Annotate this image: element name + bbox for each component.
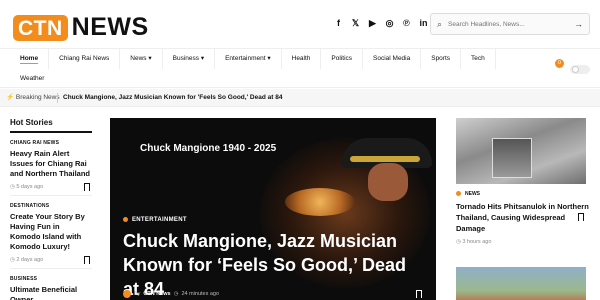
hero-author[interactable]: CTN News bbox=[143, 291, 170, 297]
inset-image bbox=[492, 138, 532, 178]
youtube-icon[interactable]: ▶ bbox=[367, 18, 378, 29]
bookmark-icon[interactable] bbox=[84, 183, 90, 191]
trumpet-shape bbox=[285, 188, 355, 216]
chevron-down-icon: ▾ bbox=[200, 55, 205, 62]
sun-icon bbox=[572, 66, 579, 73]
bookmark-icon[interactable] bbox=[84, 256, 90, 264]
nav-item-politics[interactable]: Politics bbox=[321, 49, 364, 69]
bookmark-icon[interactable] bbox=[578, 213, 584, 221]
tornado-image[interactable] bbox=[456, 118, 586, 184]
nav-item-social-media[interactable]: Social Media bbox=[363, 49, 422, 69]
nav-item-weather[interactable]: Weather bbox=[10, 69, 54, 89]
side-time: ◷ 3 hours ago bbox=[456, 239, 492, 245]
breaking-headline[interactable]: Chuck Mangione, Jazz Musician Known for … bbox=[63, 89, 282, 107]
story-title[interactable]: Ultimate Beneficial Owner bbox=[10, 285, 92, 300]
bookmark-icon[interactable] bbox=[416, 290, 422, 298]
hot-stories: Hot Stories CHIANG RAI NEWS Heavy Rain A… bbox=[10, 118, 92, 300]
search-icon: ⌕ bbox=[437, 18, 443, 29]
chevron-down-icon: ▾ bbox=[148, 55, 152, 62]
search-input[interactable] bbox=[448, 20, 569, 28]
clock-icon: ◷ bbox=[173, 291, 179, 297]
logo-box: CTN bbox=[13, 14, 68, 41]
nav-item-entertainment-label: Entertainment bbox=[225, 55, 266, 62]
main-nav: Home Chiang Rai News News ▾ Business ▾ E… bbox=[0, 48, 600, 88]
nav-item-home[interactable]: Home bbox=[10, 49, 50, 69]
nav-item-business[interactable]: Business ▾ bbox=[163, 49, 216, 69]
featured-article[interactable]: Chuck Mangione 1940 - 2025 ENTERTAINMENT… bbox=[110, 118, 436, 300]
site-logo[interactable]: CTN NEWS bbox=[13, 13, 149, 42]
search-submit-icon[interactable]: → bbox=[574, 19, 583, 29]
story-category[interactable]: CHIANG RAI NEWS bbox=[10, 140, 92, 146]
list-item[interactable]: DESTINATIONS Create Your Story By Having… bbox=[10, 196, 92, 269]
logo-text: NEWS bbox=[71, 13, 149, 41]
side-title[interactable]: Tornado Hits Phitsanulok in Northern Tha… bbox=[456, 201, 590, 234]
nav-item-chiang-rai-news[interactable]: Chiang Rai News bbox=[49, 49, 121, 69]
nav-item-tech[interactable]: Tech bbox=[461, 49, 496, 69]
nav-item-sports[interactable]: Sports bbox=[421, 49, 462, 69]
nav-item-health[interactable]: Health bbox=[282, 49, 322, 69]
instagram-icon[interactable]: ◎ bbox=[384, 18, 395, 29]
hero-image-caption: Chuck Mangione 1940 - 2025 bbox=[140, 143, 277, 154]
side-category[interactable]: NEWS bbox=[456, 191, 590, 197]
breaking-label: ⚡ Breaking News bbox=[6, 89, 60, 107]
x-icon[interactable]: 𝕏 bbox=[350, 18, 361, 29]
face-shape bbox=[368, 163, 408, 201]
notification-badge[interactable]: 0 bbox=[555, 59, 564, 68]
story-title[interactable]: Create Your Story By Having Fun in Komod… bbox=[10, 212, 92, 252]
divider bbox=[57, 93, 58, 103]
story-title[interactable]: Heavy Rain Alert Issues for Chiang Rai a… bbox=[10, 149, 92, 179]
hero-meta: By CTN News ◷ 24 minutes ago bbox=[123, 290, 219, 298]
story-time-text: 5 days ago bbox=[16, 184, 44, 190]
nav-item-news-label: News bbox=[130, 55, 147, 62]
side-article[interactable]: NEWS Tornado Hits Phitsanulok in Norther… bbox=[456, 118, 590, 300]
hatband-shape bbox=[350, 156, 420, 162]
linkedin-icon[interactable]: in bbox=[418, 18, 429, 29]
story-category[interactable]: DESTINATIONS bbox=[10, 203, 92, 209]
hero-by: By bbox=[134, 291, 141, 297]
hot-stories-heading: Hot Stories bbox=[10, 118, 92, 133]
flash-icon: ⚡ bbox=[6, 94, 15, 101]
nav-item-entertainment[interactable]: Entertainment ▾ bbox=[215, 49, 282, 69]
nav-item-business-label: Business bbox=[172, 55, 199, 62]
hero-category[interactable]: ENTERTAINMENT bbox=[123, 217, 187, 223]
side-image-2[interactable] bbox=[456, 267, 586, 300]
avatar[interactable] bbox=[123, 290, 131, 298]
pinterest-icon[interactable]: ℗ bbox=[401, 18, 412, 29]
list-item[interactable]: BUSINESS Ultimate Beneficial Owner bbox=[10, 269, 92, 300]
facebook-icon[interactable]: f bbox=[333, 18, 344, 29]
chevron-down-icon: ▾ bbox=[267, 55, 271, 62]
story-time: ◷ 2 days ago bbox=[10, 257, 44, 263]
nav-item-news[interactable]: News ▾ bbox=[120, 49, 163, 69]
hero-time: 24 minutes ago bbox=[181, 291, 220, 297]
side-time-text: 3 hours ago bbox=[462, 239, 492, 245]
story-category[interactable]: BUSINESS bbox=[10, 276, 92, 282]
story-time: ◷ 5 days ago bbox=[10, 184, 44, 190]
list-item[interactable]: CHIANG RAI NEWS Heavy Rain Alert Issues … bbox=[10, 133, 92, 196]
story-time-text: 2 days ago bbox=[16, 257, 44, 263]
dark-mode-toggle[interactable] bbox=[570, 65, 590, 74]
search-box[interactable]: ⌕ → bbox=[430, 13, 590, 35]
breaking-label-text: Breaking News bbox=[15, 94, 60, 101]
breaking-news-bar: ⚡ Breaking News Chuck Mangione, Jazz Mus… bbox=[0, 89, 600, 107]
